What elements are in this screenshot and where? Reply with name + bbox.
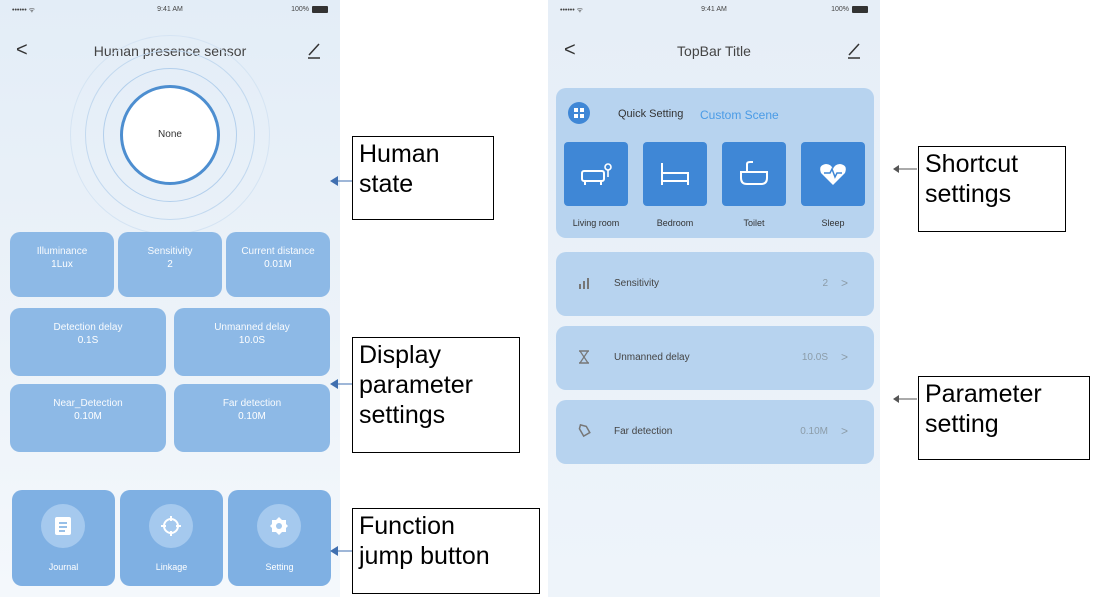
scene-living-room-button[interactable] [564,142,628,206]
status-bar: •••••• ᯤ 9:41 AM 100% [0,6,340,18]
param-tile-far-detection: Far detection 0.10M [174,384,330,452]
document-icon [41,504,85,548]
scene-sleep-button[interactable] [801,142,865,206]
param-label: Near_Detection [53,398,123,409]
bar-chart-icon [576,275,592,291]
param-label: Detection delay [53,322,123,333]
gear-icon [257,504,301,548]
param-tile-illuminance: Illuminance 1Lux [10,232,114,297]
scene-label: Bedroom [656,218,694,228]
param-row-label: Far detection [614,426,673,437]
top-bar: < TopBar Title [548,38,880,64]
grid-icon [568,102,590,124]
param-value: 1Lux [51,259,73,270]
status-bar: •••••• ᯤ 9:41 AM 100% [548,6,880,18]
annotation-human-state: Human state [352,136,494,220]
battery-icon [852,6,868,13]
param-row-unmanned-delay[interactable]: Unmanned delay 10.0S > [556,326,874,390]
edit-icon[interactable] [306,41,322,59]
param-tile-unmanned-delay: Unmanned delay 10.0S [174,308,330,376]
param-label: Sensitivity [147,246,193,257]
arrow-icon [893,165,917,173]
param-row-far-detection[interactable]: Far detection 0.10M > [556,400,874,464]
param-value: 0.10M [74,411,102,422]
edit-icon[interactable] [846,41,862,59]
scene-label: Sleep [821,218,845,228]
custom-scene-link[interactable]: Custom Scene [700,108,779,122]
param-value: 2 [167,259,173,270]
human-state-radar: None [45,30,295,240]
scene-label: Living room [572,218,620,228]
setting-label: Setting [265,562,294,572]
chevron-right-icon: > [840,424,848,438]
sensor-screen: •••••• ᯤ 9:41 AM 100% < Human presence s… [0,0,340,597]
param-row-value: 2 [822,278,828,289]
battery-icon [312,6,328,13]
param-value: 10.0S [238,335,266,346]
param-label: Illuminance [36,246,88,257]
human-state-value: None [158,129,182,140]
arrow-icon [893,395,917,403]
journal-button[interactable]: Journal [12,490,115,586]
param-label: Unmanned delay [214,322,290,333]
battery-indicator: 100% [291,6,328,13]
arrow-icon [330,176,352,186]
bed-icon [661,163,689,185]
param-tile-near-detection: Near_Detection 0.10M [10,384,166,452]
crosshair-icon [149,504,193,548]
quick-setting-title: Quick Setting [618,108,684,120]
annotation-parameter-setting: Parameter setting [918,376,1090,460]
param-value: 0.10M [238,411,266,422]
param-row-value: 0.10M [800,426,828,437]
annotation-shortcut-settings: Shortcut settings [918,146,1066,232]
battery-indicator: 100% [831,6,868,13]
param-tile-detection-delay: Detection delay 0.1S [10,308,166,376]
status-time: 9:41 AM [157,6,183,13]
param-row-label: Unmanned delay [614,352,690,363]
chevron-right-icon: > [840,350,848,364]
param-label: Far detection [222,398,282,409]
annotation-display-parameter-settings: Display parameter settings [352,337,520,453]
param-value: 0.1S [77,335,99,346]
param-label: Current distance [241,246,315,257]
scene-toilet-button[interactable] [722,142,786,206]
annotation-function-jump-button: Function jump button [352,508,540,594]
battery-percent: 100% [291,6,309,13]
scene-label: Toilet [743,218,765,228]
battery-percent: 100% [831,6,849,13]
arrow-icon [330,546,352,556]
chevron-right-icon: > [840,276,848,290]
quick-setting-card: Quick Setting Custom Scene Living room B… [556,88,874,238]
sofa-icon [581,163,612,185]
settings-screen: •••••• ᯤ 9:41 AM 100% < TopBar Title Qui… [548,0,880,597]
param-row-sensitivity[interactable]: Sensitivity 2 > [556,252,874,316]
hourglass-icon [576,349,592,365]
setting-button[interactable]: Setting [228,490,331,586]
bathtub-icon [740,161,768,185]
param-value: 0.01M [264,259,292,270]
linkage-button[interactable]: Linkage [120,490,223,586]
journal-label: Journal [48,562,79,572]
scene-bedroom-button[interactable] [643,142,707,206]
param-tile-sensitivity: Sensitivity 2 [118,232,222,297]
heart-icon [820,164,846,185]
param-tile-current-distance: Current distance 0.01M [226,232,330,297]
linkage-label: Linkage [155,562,188,572]
param-row-label: Sensitivity [614,278,660,289]
param-row-value: 10.0S [801,352,828,363]
arrow-icon [330,379,352,389]
tag-icon [576,423,592,439]
page-title: TopBar Title [677,43,751,59]
